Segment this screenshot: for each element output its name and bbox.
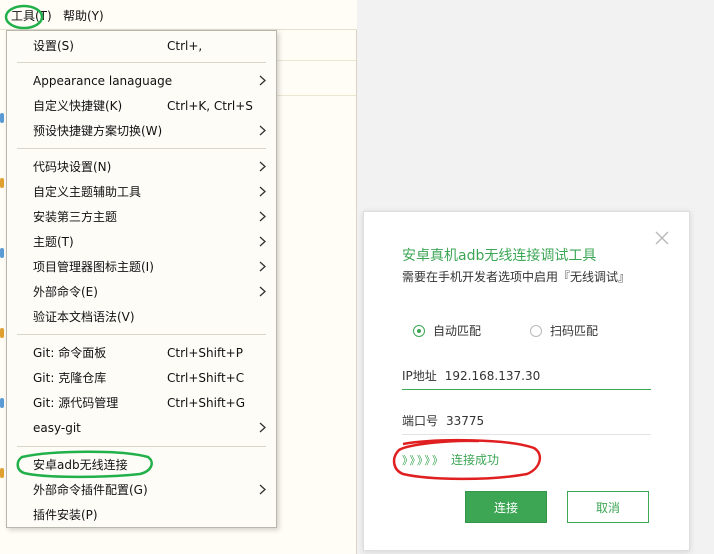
menu-item[interactable]: 安卓adb无线连接 — [7, 452, 276, 477]
menu-item-label: 插件安装(P) — [33, 508, 98, 522]
port-label: 端口号 — [402, 414, 439, 428]
chevron-right-icon — [259, 161, 266, 172]
menu-item-label: Git: 克隆仓库 — [33, 371, 107, 385]
menu-item[interactable]: 设置(S) Ctrl+, — [7, 33, 276, 58]
tools-dropdown-menu: 设置(S) Ctrl+, Appearance lanaguage 自定义快捷键(K)… — [6, 30, 277, 528]
menu-item-shortcut: Ctrl+, — [167, 38, 203, 53]
menu-item[interactable]: 自定义主题辅助工具 — [7, 179, 276, 204]
menu-item-shortcut: Ctrl+Shift+C — [167, 370, 245, 385]
menu-item[interactable]: Appearance lanaguage — [7, 68, 276, 93]
menu-item-label: 预设快捷键方案切换(W) — [33, 124, 163, 138]
menu-item-label: 外部命令(E) — [33, 285, 98, 299]
menu-item-shortcut: Ctrl+K, Ctrl+S — [167, 98, 253, 113]
menu-item-label: 自定义快捷键(K) — [33, 99, 123, 113]
menu-item-label: 代码块设置(N) — [33, 160, 112, 174]
menu-help[interactable]: 帮助(Y) — [63, 7, 104, 24]
menu-item-label: 安卓adb无线连接 — [33, 458, 128, 472]
menu-separator — [17, 446, 266, 447]
chevron-right-icon — [259, 211, 266, 222]
dialog-title: 安卓真机adb无线连接调试工具 — [402, 248, 597, 264]
menu-separator — [17, 148, 266, 149]
menu-separator — [17, 62, 266, 63]
menu-tools[interactable]: 工具(T) — [11, 7, 52, 24]
chevron-right-icon — [259, 236, 266, 247]
menu-item-shortcut: Ctrl+Shift+P — [167, 345, 243, 360]
menu-item[interactable]: Git: 源代码管理 Ctrl+Shift+G — [7, 390, 276, 415]
editor-gutter — [0, 68, 5, 548]
menu-separator — [17, 334, 266, 335]
menu-bar: 工具(T) 帮助(Y) — [0, 0, 357, 30]
menu-item[interactable]: 预设快捷键方案切换(W) — [7, 118, 276, 143]
editor-line — [276, 60, 356, 61]
menu-item[interactable]: 代码块设置(N) — [7, 154, 276, 179]
menu-item[interactable]: 项目管理器图标主题(I) — [7, 254, 276, 279]
menu-item[interactable]: 验证本文档语法(V) — [7, 304, 276, 329]
ip-input[interactable] — [444, 368, 595, 383]
ip-label: IP地址 — [402, 369, 437, 383]
connection-status: 》》》》》 连接成功 — [402, 451, 499, 468]
chevron-right-icon — [259, 186, 266, 197]
menu-item-label: 验证本文档语法(V) — [33, 310, 135, 324]
chevron-right-icon — [259, 75, 266, 86]
menu-item-label: Git: 命令面板 — [33, 346, 107, 360]
menu-item-label: 自定义主题辅助工具 — [33, 185, 142, 199]
radio-scan-match[interactable]: 扫码匹配 — [530, 322, 598, 339]
menu-item[interactable]: 外部命令插件配置(G) — [7, 477, 276, 502]
chevron-right-icon — [259, 125, 266, 136]
menu-item[interactable]: 外部命令(E) — [7, 279, 276, 304]
menu-item[interactable]: 主题(T) — [7, 229, 276, 254]
port-field[interactable]: 端口号 — [402, 407, 651, 435]
close-icon[interactable] — [654, 230, 670, 246]
menu-item[interactable]: 安装第三方主题 — [7, 204, 276, 229]
port-input[interactable] — [446, 413, 597, 428]
menu-item[interactable]: 插件安装(P) — [7, 502, 276, 527]
menu-item-shortcut: Ctrl+Shift+G — [167, 395, 246, 410]
adb-connect-dialog: 安卓真机adb无线连接调试工具 需要在手机开发者选项中启用『无线调试』 自动匹配… — [363, 211, 690, 551]
chevron-right-icon — [259, 286, 266, 297]
ip-field[interactable]: IP地址 — [402, 362, 651, 390]
status-arrows-icon: 》》》》》 — [402, 453, 445, 467]
menu-item[interactable]: 自定义快捷键(K) Ctrl+K, Ctrl+S — [7, 93, 276, 118]
radio-scan-icon[interactable] — [530, 324, 542, 337]
menu-item[interactable]: Git: 命令面板 Ctrl+Shift+P — [7, 340, 276, 365]
radio-auto-match[interactable]: 自动匹配 — [413, 322, 481, 339]
editor-line — [276, 95, 356, 96]
menu-item[interactable]: Git: 克隆仓库 Ctrl+Shift+C — [7, 365, 276, 390]
menu-item-label: 主题(T) — [33, 235, 74, 249]
menu-item-label: 外部命令插件配置(G) — [33, 483, 148, 497]
dialog-subtitle: 需要在手机开发者选项中启用『无线调试』 — [402, 270, 631, 284]
menu-item-label: 设置(S) — [33, 39, 74, 53]
menu-item-label: 项目管理器图标主题(I) — [33, 260, 154, 274]
status-text: 连接成功 — [451, 453, 500, 467]
radio-auto-icon[interactable] — [413, 324, 425, 337]
menu-item-label: Appearance lanaguage — [33, 73, 173, 88]
menu-item-label: 安装第三方主题 — [33, 210, 118, 224]
radio-scan-label: 扫码匹配 — [550, 324, 599, 338]
menu-item[interactable]: easy-git — [7, 415, 276, 440]
chevron-right-icon — [259, 422, 266, 433]
connect-button[interactable]: 连接 — [465, 491, 547, 523]
cancel-button[interactable]: 取消 — [567, 491, 649, 523]
radio-auto-label: 自动匹配 — [433, 324, 482, 338]
chevron-right-icon — [259, 261, 266, 272]
menu-item-label: Git: 源代码管理 — [33, 396, 119, 410]
menu-item-label: easy-git — [33, 420, 81, 435]
chevron-right-icon — [259, 484, 266, 495]
